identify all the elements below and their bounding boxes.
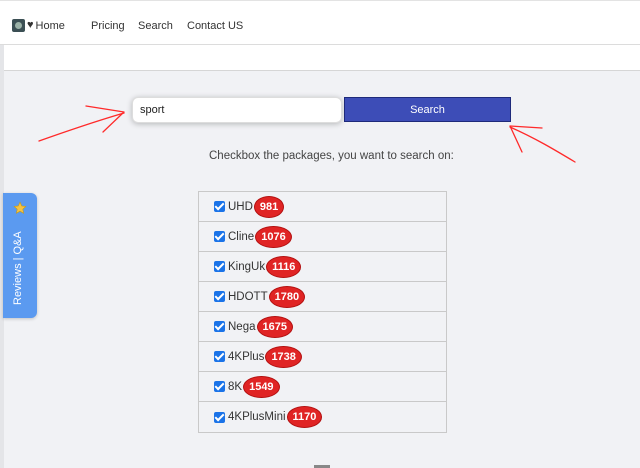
package-name: 8K	[228, 380, 243, 393]
package-row[interactable]: 8K 1549	[199, 372, 446, 402]
right-arrow-icon	[509, 126, 576, 163]
instructions-text: Checkbox the packages, you want to searc…	[209, 150, 454, 162]
package-count-badge: 1116	[266, 255, 302, 278]
nav-search[interactable]: Search	[138, 20, 173, 32]
nav-contact[interactable]: Contact US	[187, 20, 243, 32]
package-name: KingUk	[228, 260, 266, 273]
package-name: 4KPlusMini	[228, 411, 286, 423]
package-checkbox[interactable]	[214, 261, 225, 272]
package-count-badge: 1170	[286, 406, 323, 428]
package-count-badge: 981	[253, 195, 285, 218]
left-arrow-head-icon	[85, 105, 125, 133]
top-navbar: ♥ Home Pricing Search Contact US	[0, 0, 640, 45]
package-name: Cline	[228, 230, 255, 243]
package-checkbox[interactable]	[214, 321, 225, 332]
package-name: 4KPlus	[228, 350, 265, 363]
secondary-bar	[0, 45, 640, 71]
package-row[interactable]: Cline 1076	[199, 222, 446, 252]
heart-icon: ♥	[27, 19, 34, 31]
package-checkbox[interactable]	[214, 351, 225, 362]
reviews-tab-label: Reviews | Q&A	[12, 231, 24, 305]
search-button[interactable]: Search	[344, 97, 511, 122]
package-count-badge: 1738	[265, 345, 302, 368]
package-row[interactable]: KingUk 1116	[199, 252, 446, 282]
package-list: UHD 981 Cline 1076 KingUk 1116 HDOTT 178…	[198, 191, 447, 433]
package-row[interactable]: 4KPlus 1738	[199, 342, 446, 372]
package-name: HDOTT	[228, 290, 268, 303]
package-count-badge: 1780	[268, 285, 306, 308]
package-name: Nega	[228, 320, 256, 333]
left-arrow-icon	[38, 112, 125, 142]
package-checkbox[interactable]	[214, 411, 225, 423]
brand-home-link[interactable]: ♥ Home	[12, 19, 65, 32]
package-checkbox[interactable]	[214, 201, 225, 212]
search-input[interactable]	[132, 97, 342, 123]
package-name: UHD	[228, 200, 253, 213]
nav-pricing[interactable]: Pricing	[91, 20, 125, 32]
package-row[interactable]: HDOTT 1780	[199, 282, 446, 312]
package-count-badge: 1675	[256, 315, 293, 338]
package-count-badge: 1549	[243, 375, 280, 398]
package-checkbox[interactable]	[214, 291, 225, 302]
package-row[interactable]: Nega 1675	[199, 312, 446, 342]
package-row[interactable]: UHD 981	[199, 192, 446, 222]
package-row[interactable]: 4KPlusMini 1170	[199, 402, 446, 432]
package-checkbox[interactable]	[214, 231, 225, 242]
nav-home[interactable]: Home	[36, 20, 65, 32]
logo-icon	[12, 19, 25, 32]
reviews-qa-tab[interactable]: Reviews | Q&A	[3, 193, 37, 318]
right-arrow-head-icon	[509, 125, 543, 153]
package-count-badge: 1076	[255, 225, 292, 248]
package-checkbox[interactable]	[214, 381, 225, 392]
